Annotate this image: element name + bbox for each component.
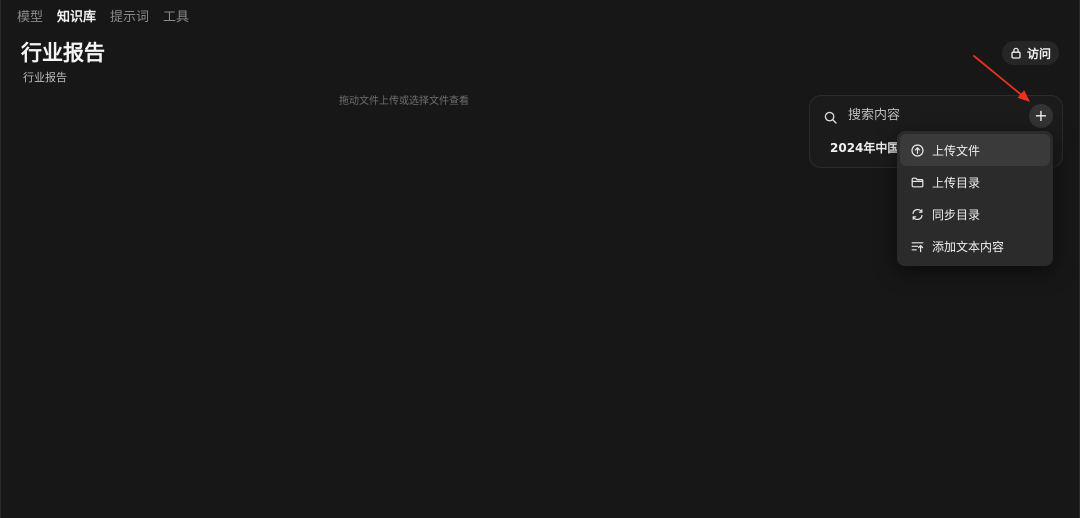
tab-knowledge-base[interactable]: 知识库 bbox=[57, 8, 96, 28]
sync-icon bbox=[911, 208, 924, 221]
upload-circle-icon bbox=[911, 143, 924, 157]
folder-icon bbox=[911, 176, 924, 189]
access-label: 访问 bbox=[1026, 46, 1051, 61]
top-nav: 模型 知识库 提示词 工具 bbox=[17, 8, 189, 28]
menu-item-add-text[interactable]: 添加文本内容 bbox=[900, 230, 1050, 262]
drop-zone-hint[interactable]: 拖动文件上传或选择文件查看 bbox=[339, 94, 469, 110]
add-button[interactable]: + bbox=[1029, 104, 1053, 128]
menu-item-label: 上传目录 bbox=[932, 175, 981, 190]
tab-models[interactable]: 模型 bbox=[17, 8, 43, 28]
app-window: 模型 知识库 提示词 工具 行业报告 行业报告 访问 拖动文件上传或选择文件查看… bbox=[0, 0, 1080, 518]
access-button[interactable]: 访问 bbox=[1001, 41, 1059, 65]
lock-icon bbox=[1010, 47, 1022, 59]
menu-item-upload-file[interactable]: 上传文件 bbox=[900, 134, 1050, 166]
search-icon bbox=[824, 109, 837, 124]
menu-item-sync-folder[interactable]: 同步目录 bbox=[900, 198, 1050, 230]
menu-item-label: 添加文本内容 bbox=[932, 239, 1005, 254]
add-dropdown-menu: 上传文件 上传目录 同步目录 添加文本内容 bbox=[897, 131, 1053, 266]
search-row: + bbox=[810, 96, 1062, 134]
list-item[interactable]: 2024年中国 bbox=[830, 139, 899, 156]
add-text-icon bbox=[911, 240, 924, 253]
menu-item-label: 同步目录 bbox=[932, 207, 981, 222]
tab-prompts[interactable]: 提示词 bbox=[110, 8, 149, 28]
tab-tools[interactable]: 工具 bbox=[163, 8, 189, 28]
menu-item-upload-folder[interactable]: 上传目录 bbox=[900, 166, 1050, 198]
page-title: 行业报告 bbox=[21, 41, 105, 65]
menu-item-label: 上传文件 bbox=[932, 143, 981, 158]
page-subtitle: 行业报告 bbox=[23, 71, 67, 84]
search-input[interactable] bbox=[848, 105, 1018, 125]
